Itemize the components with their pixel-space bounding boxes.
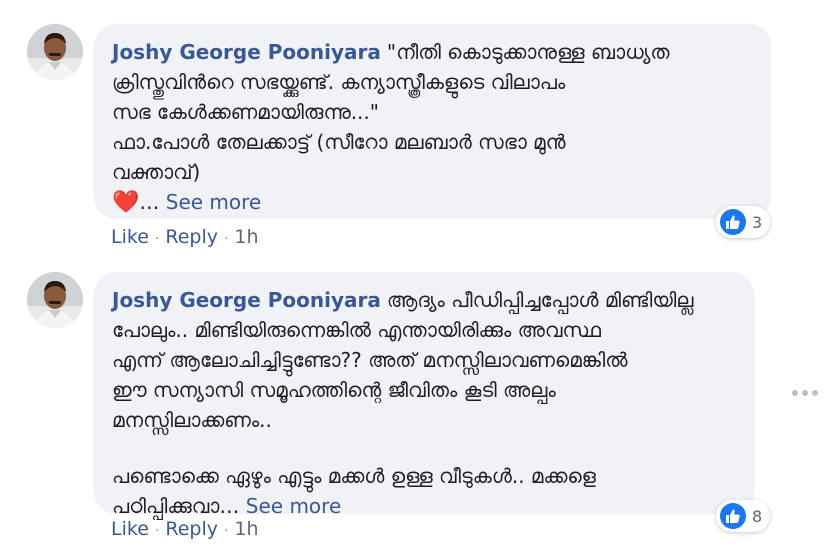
comment-actions: Like · Reply · 1h <box>111 518 259 540</box>
previous-comment-fragment <box>198 0 218 2</box>
profile-photo <box>27 272 83 328</box>
reply-link[interactable]: Reply <box>165 518 218 540</box>
comment-bubble: Joshy George Pooniyara "നീതി കൊടുക്കാനുള്… <box>94 24 771 219</box>
comment-text-line: പണ്ടൊക്കെ ഏഴും എട്ടും മക്കൾ ഉള്ള വീടുകൾ.… <box>112 464 596 488</box>
comment-text-line: ഈ സന്യാസി സമൂഹത്തിന്റെ ജീവിതം കൂടി അല്പം <box>112 378 556 402</box>
comment-author[interactable]: Joshy George Pooniyara <box>112 40 381 64</box>
see-more-link[interactable]: See more <box>246 494 341 518</box>
comment-text-line: ക്രിസ്തുവിൻറെ സഭയ്ക്കുണ്ട്. കന്യാസ്ത്രീക… <box>112 70 566 94</box>
reaction-count-badge[interactable]: 8 <box>716 500 771 532</box>
heart-emoji-icon: ❤️ <box>112 190 140 215</box>
separator: · <box>154 231 160 247</box>
more-options-icon[interactable] <box>792 386 818 400</box>
reaction-count: 8 <box>752 506 763 526</box>
timestamp[interactable]: 1h <box>234 518 258 540</box>
see-more-link[interactable]: See more <box>166 190 261 214</box>
comment-text-line: ഫാ.പോൾ തേലക്കാട്ട് (സീറോ മലബാർ സഭാ മുൻ <box>112 130 566 154</box>
reply-link[interactable]: Reply <box>165 226 218 248</box>
separator: · <box>223 523 229 539</box>
separator: · <box>154 523 160 539</box>
avatar[interactable] <box>27 24 83 80</box>
comment-text-line: മനസ്സിലാക്കണം.. <box>112 408 272 432</box>
avatar[interactable] <box>27 272 83 328</box>
comment-text-line: പോലും.. മിണ്ടിയിരുന്നെങ്കിൽ എന്തായിരിക്ക… <box>112 318 601 342</box>
comment-text-line: വക്താവ്) <box>112 160 201 184</box>
timestamp[interactable]: 1h <box>234 226 258 248</box>
like-link[interactable]: Like <box>111 518 149 540</box>
like-thumb-icon <box>720 209 746 235</box>
comment-author[interactable]: Joshy George Pooniyara <box>112 288 381 312</box>
ellipsis: … <box>139 190 160 214</box>
reaction-count: 3 <box>752 212 763 232</box>
comment-text-line: പഠിപ്പിക്കുവാ… <box>112 494 240 518</box>
profile-photo <box>27 24 83 80</box>
comment-text-line: ആദ്യം പീഡിപ്പിച്ചപ്പോൾ മിണ്ടിയില്ല <box>386 288 694 312</box>
like-link[interactable]: Like <box>111 226 149 248</box>
comment-text-line: "നീതി കൊടുക്കാനുള്ള ബാധ്യത <box>386 40 670 64</box>
comment-text-line: സഭ കേൾക്കണമായിരുന്നു..." <box>112 100 379 124</box>
reaction-count-badge[interactable]: 3 <box>716 206 771 238</box>
separator: · <box>223 231 229 247</box>
comment-text-line: എന്ന് ആലോചിച്ചിട്ടുണ്ടോ?? അത് മനസ്സിലാവണ… <box>112 348 628 372</box>
comment-actions: Like · Reply · 1h <box>111 226 259 248</box>
comment-bubble: Joshy George Pooniyara ആദ്യം പീഡിപ്പിച്ചപ… <box>94 272 754 518</box>
like-thumb-icon <box>720 503 746 529</box>
